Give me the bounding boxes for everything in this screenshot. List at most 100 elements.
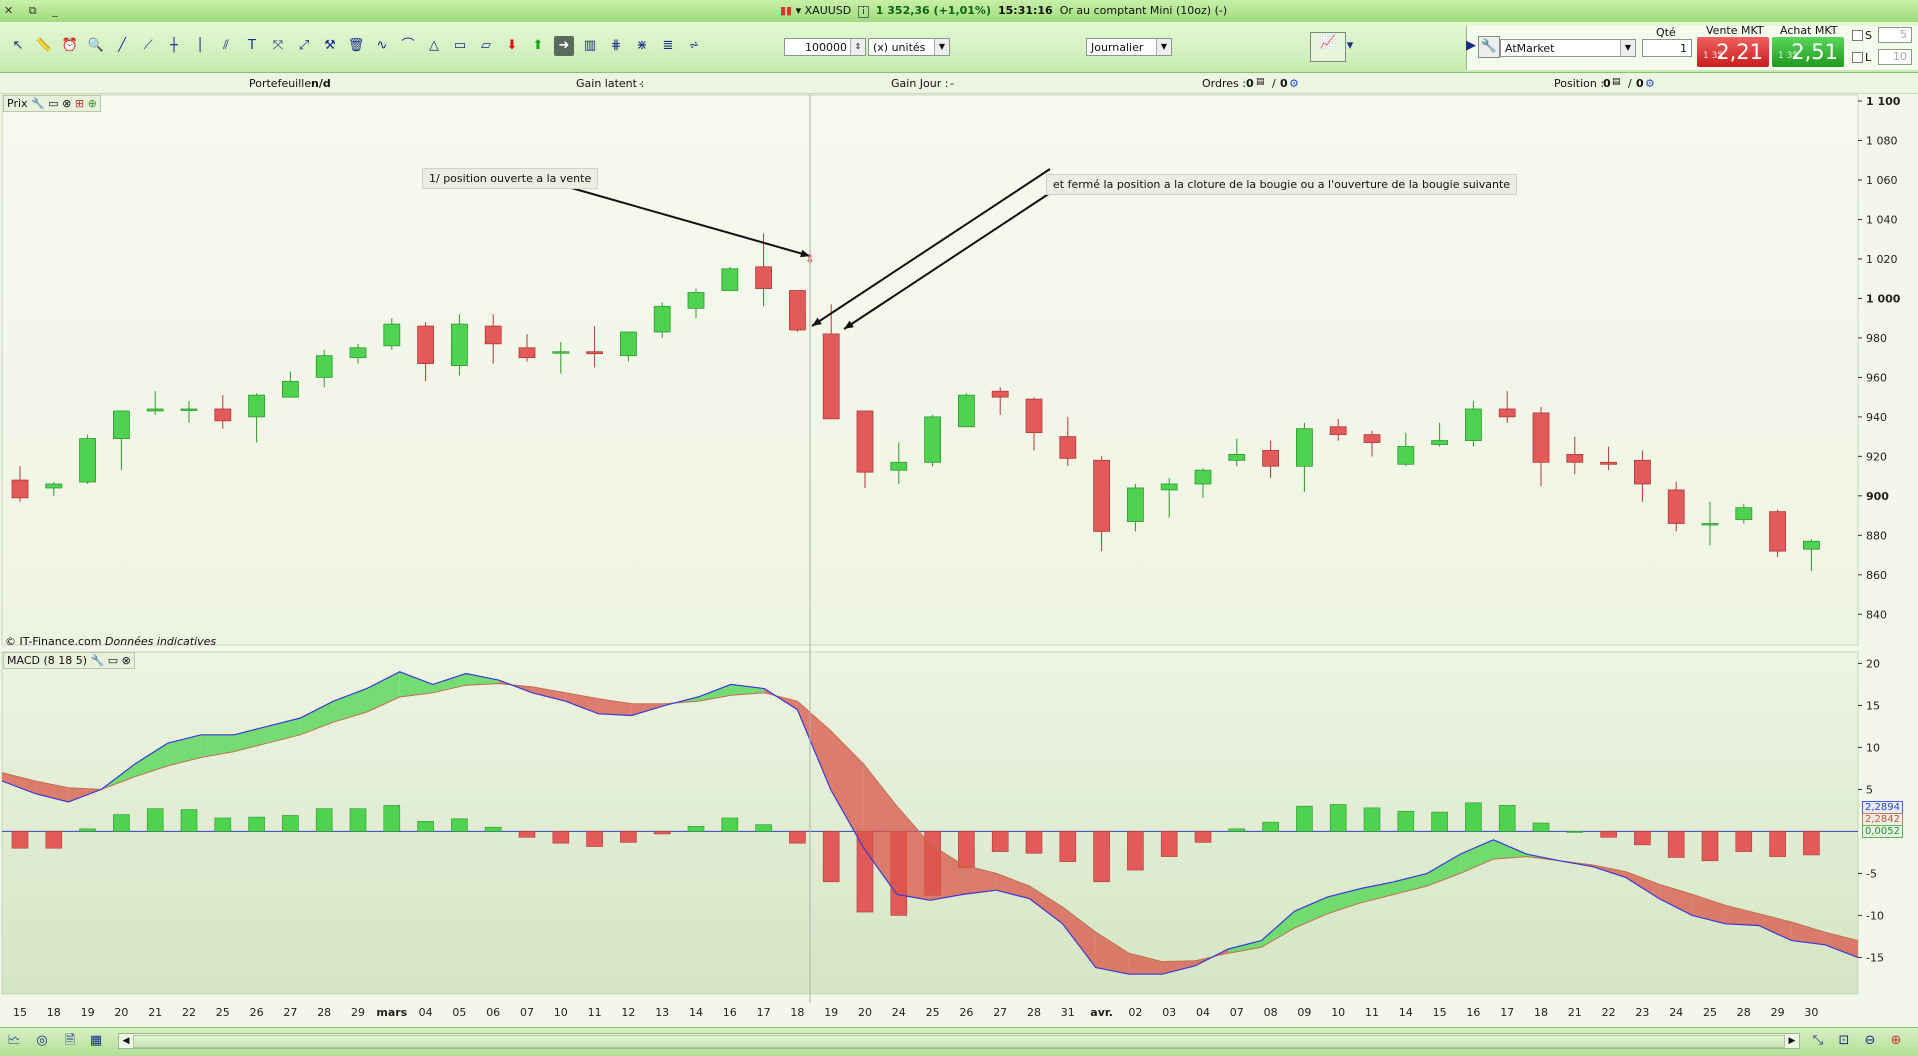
chart-area[interactable]: 1 100 1 080 1 060 1 040 1 020 1 000 980 960 940 9… — [0, 93, 1918, 1027]
wrench-icon[interactable]: 🔧 — [91, 654, 105, 667]
document-icon[interactable]: 🗎 — [60, 1031, 80, 1051]
chevron-right-icon[interactable]: ▶ — [1785, 1034, 1799, 1048]
window-title: ▮▮ ▾ XAUUSD i 1 352,36 (+1,01%) 15:31:16… — [780, 4, 1227, 18]
fit-icon[interactable]: ⤡ — [1808, 1031, 1828, 1051]
annotation-close[interactable]: et fermé la position a la cloture de la … — [1046, 174, 1518, 195]
time-axis-label: 25 — [216, 1006, 230, 1019]
gear-icon[interactable]: ⚙ — [1289, 77, 1299, 90]
price-axis-label: 880 — [1866, 529, 1887, 542]
chevron-down-icon[interactable]: ▼ — [934, 39, 949, 55]
window-controls[interactable]: ✕ ⧉ _ — [4, 4, 64, 18]
quantity-input[interactable]: 100000 ⇕ — [784, 38, 866, 56]
chart-type-icon[interactable]: 📈 — [1310, 32, 1346, 62]
chevron-down-icon[interactable]: ▼ — [1620, 40, 1635, 56]
chart-icon[interactable]: 🗠 — [4, 1031, 24, 1051]
qty-input[interactable]: 1 — [1642, 39, 1692, 57]
orders-list-icon[interactable]: ▤ — [1256, 77, 1265, 87]
fan-icon[interactable]: ⤢ — [294, 36, 314, 56]
candle-body — [484, 325, 502, 345]
gear-icon[interactable]: ⚙ — [1645, 77, 1655, 90]
price-axis-label: 1 060 — [1866, 174, 1898, 187]
fork-icon[interactable]: ⤧ — [268, 36, 288, 56]
candle-body — [349, 347, 367, 359]
zoom-out-icon[interactable]: ⊖ — [1860, 1031, 1880, 1051]
time-axis-label: 27 — [283, 1006, 297, 1019]
scrollbar-thumb[interactable] — [133, 1035, 1785, 1048]
candle-body — [890, 461, 908, 471]
arc-icon[interactable]: ⌒ — [398, 36, 418, 56]
chevron-down-icon[interactable]: ▾ — [796, 4, 802, 17]
line-icon[interactable]: ╱ — [112, 36, 132, 56]
arrow-right-icon[interactable]: ➜ — [554, 36, 574, 56]
info-icon[interactable]: i — [858, 6, 869, 18]
arrow-up-icon[interactable]: ⬆ — [528, 36, 548, 56]
order-type-select[interactable]: AtMarket ▼ — [1500, 39, 1636, 57]
target-icon[interactable]: ◎ — [32, 1031, 52, 1051]
sell-button[interactable]: 1 35 2,21 — [1697, 37, 1769, 67]
limit-checkbox[interactable] — [1852, 52, 1863, 63]
time-axis-label: 11 — [1365, 1006, 1379, 1019]
grid-icon[interactable]: ▥ — [580, 36, 600, 56]
zoom-box-icon[interactable]: ⊡ — [1834, 1031, 1854, 1051]
ruler-icon[interactable]: 📏 — [34, 36, 54, 56]
stop-checkbox[interactable] — [1852, 30, 1863, 41]
portfolio-label: Portefeuille : — [249, 77, 319, 90]
period-select[interactable]: Journalier ▼ — [1086, 38, 1172, 56]
export-icon[interactable]: ⊞ — [75, 97, 84, 110]
annotation-sell-open[interactable]: 1/ position ouverte a la vente — [422, 168, 599, 189]
wave-icon[interactable]: ∿ — [372, 36, 392, 56]
chevron-down-icon[interactable]: ▼ — [1156, 39, 1171, 55]
zoom-icon[interactable]: 🔍 — [86, 36, 106, 56]
horizontal-line-icon[interactable]: ┼ — [164, 36, 184, 56]
candle-body — [1532, 412, 1550, 463]
candle-body — [1228, 453, 1246, 461]
ray-icon[interactable]: ⟋ — [138, 36, 158, 56]
scrollbar-track[interactable]: ◀ ▶ — [118, 1033, 1800, 1049]
chevron-down-icon[interactable]: ▾ — [1344, 36, 1356, 56]
time-axis-label: 23 — [1635, 1006, 1649, 1019]
limit-input[interactable]: 10 — [1878, 49, 1912, 65]
wrench-icon[interactable]: 🔧 — [31, 97, 45, 110]
buy-button[interactable]: 1 35 2,51 — [1772, 37, 1844, 67]
chevron-left-icon[interactable]: ◀ — [119, 1034, 133, 1048]
arrow-down-icon[interactable]: ⬇ — [502, 36, 522, 56]
triangle-icon[interactable]: △ — [424, 36, 444, 56]
close-icon[interactable]: ⊗ — [62, 97, 71, 110]
candle-body — [991, 390, 1009, 398]
candle-body — [450, 323, 468, 366]
stop-input[interactable]: 5 — [1878, 27, 1912, 43]
fibonacci-icon[interactable]: ⋕ — [606, 36, 626, 56]
tools-icon[interactable]: ⚒ — [320, 36, 340, 56]
position-list-icon[interactable]: ▤ — [1612, 77, 1621, 87]
window-icon[interactable]: ▭ — [48, 97, 58, 110]
chevron-right-icon[interactable]: ▶ — [1466, 36, 1476, 56]
histogram-bar — [45, 831, 63, 849]
candle-body — [586, 351, 603, 355]
alarm-icon[interactable]: ⏰ — [60, 36, 80, 56]
gann-icon[interactable]: ⋇ — [632, 36, 652, 56]
projection-icon[interactable]: ⩫ — [684, 36, 704, 56]
text-icon[interactable]: T — [242, 36, 262, 56]
parallelogram-icon[interactable]: ▱ — [476, 36, 496, 56]
time-axis-label: 24 — [892, 1006, 906, 1019]
close-icon[interactable]: ⊗ — [122, 654, 131, 667]
histogram-bar — [552, 831, 570, 844]
trash-icon[interactable]: 🗑 — [346, 36, 366, 56]
vertical-line-icon[interactable]: │ — [190, 36, 210, 56]
zoom-in-icon[interactable]: ⊕ — [1886, 1031, 1906, 1051]
order-type-value: AtMarket — [1505, 42, 1555, 55]
stepper-icon[interactable]: ⇕ — [850, 39, 865, 55]
wrench-icon[interactable]: 🔧 — [1478, 36, 1500, 58]
window-icon[interactable]: ▭ — [108, 654, 118, 667]
calendar-icon[interactable]: ▦ — [86, 1031, 106, 1051]
retracement-icon[interactable]: ≣ — [658, 36, 678, 56]
rectangle-icon[interactable]: ▭ — [450, 36, 470, 56]
candle-body — [620, 331, 637, 357]
candle-body — [1059, 436, 1077, 459]
time-axis-label: 29 — [1771, 1006, 1785, 1019]
channel-icon[interactable]: ⫽ — [216, 36, 236, 56]
unit-select[interactable]: (x) unités ▼ — [868, 38, 950, 56]
price-axis-label: 980 — [1866, 332, 1887, 345]
add-icon[interactable]: ⊕ — [88, 97, 97, 110]
pointer-icon[interactable]: ↖ — [8, 36, 28, 56]
